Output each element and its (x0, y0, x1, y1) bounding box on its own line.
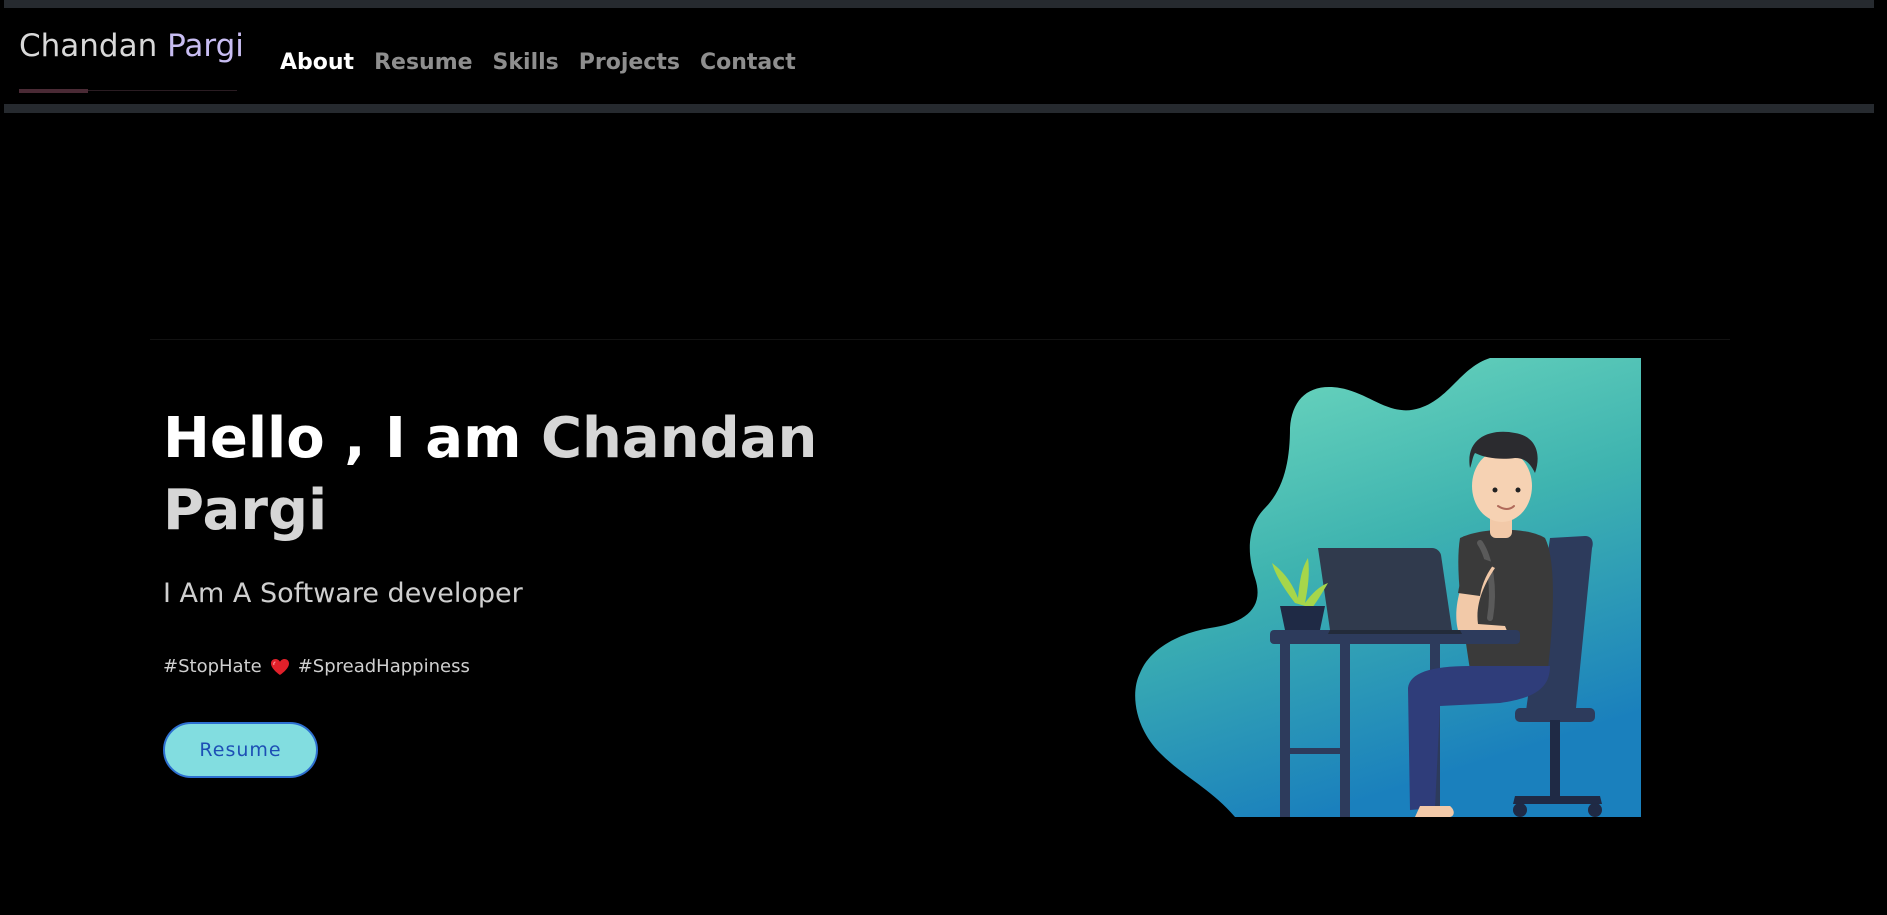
hero-subtitle: I Am A Software developer (163, 578, 523, 609)
laptop (1318, 548, 1452, 630)
hero-name-first: Chandan (540, 406, 818, 471)
person-head (1472, 450, 1532, 522)
brand-first-name: Chandan (19, 28, 158, 64)
navbar: Chandan Pargi About Resume Skills Projec… (0, 8, 1887, 104)
hero-name-last: Pargi (163, 478, 328, 543)
hashtag-spreadhappiness: #SpreadHappiness (297, 656, 470, 677)
hero-illustration (1130, 358, 1641, 817)
heart-icon (270, 658, 290, 676)
hashtags: #StopHate #SpreadHappiness (163, 656, 470, 677)
brand-underline-accent (19, 89, 88, 93)
brand-logo[interactable]: Chandan Pargi (19, 28, 244, 64)
resume-button[interactable]: Resume (163, 722, 318, 778)
nav-item-skills[interactable]: Skills (493, 50, 559, 75)
brand-last-name: Pargi (167, 28, 244, 64)
nav-item-resume[interactable]: Resume (374, 50, 472, 75)
top-border-bar (4, 0, 1874, 8)
hero-greeting: Hello , I am (163, 406, 541, 471)
nav-item-contact[interactable]: Contact (700, 50, 796, 75)
nav-item-projects[interactable]: Projects (579, 50, 680, 75)
nav-bottom-bar (4, 104, 1874, 113)
nav-item-about[interactable]: About (280, 50, 354, 75)
nav-links: About Resume Skills Projects Contact (280, 50, 796, 75)
hashtag-stophate: #StopHate (163, 656, 262, 677)
section-divider (150, 339, 1730, 340)
hero-title: Hello , I am Chandan Pargi (163, 403, 863, 547)
